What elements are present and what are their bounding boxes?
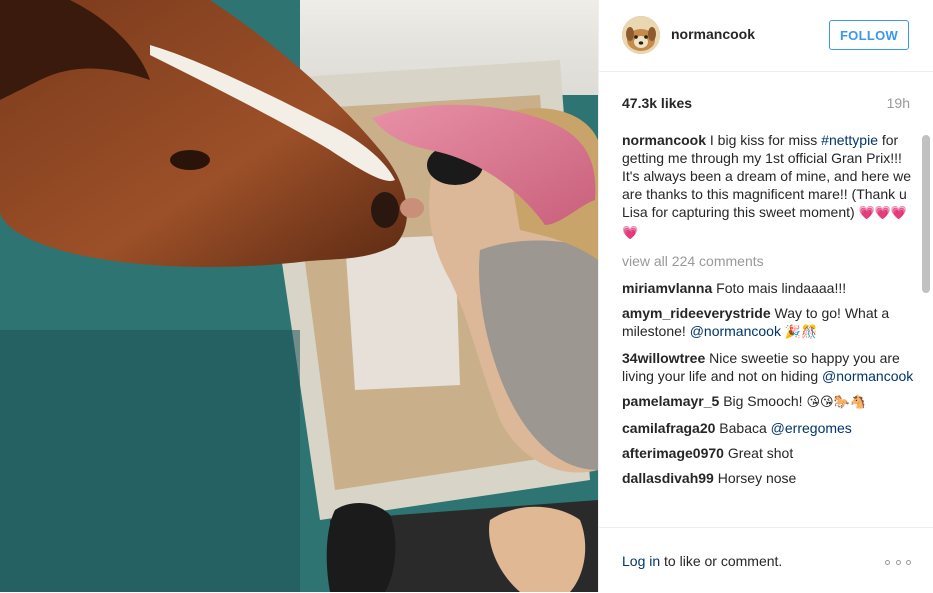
list-item: afterimage0970 Great shot xyxy=(622,444,914,462)
list-item: dallasdivah99 Horsey nose xyxy=(622,469,914,487)
caption-hashtag-link[interactable]: #nettypie xyxy=(821,132,878,148)
caption-text-1: I big kiss for miss xyxy=(709,132,822,148)
more-dot xyxy=(885,559,890,565)
view-all-comments-link[interactable]: view all 224 comments xyxy=(622,252,914,270)
more-options-icon[interactable] xyxy=(885,558,911,566)
avatar[interactable] xyxy=(622,16,660,54)
login-prompt-text: to like or comment. xyxy=(660,553,783,569)
list-item: pamelamayr_5 Big Smooch! 😘😘🐎🐴 xyxy=(622,392,914,412)
comment-text: Big Smooch! xyxy=(723,393,807,409)
comment-text: Horsey nose xyxy=(717,470,797,486)
post-photo-illustration xyxy=(0,0,598,592)
caption: normancook I big kiss for miss #nettypie… xyxy=(622,131,914,243)
comment-author-link[interactable]: 34willowtree xyxy=(622,350,705,366)
comment-author-link[interactable]: afterimage0970 xyxy=(622,445,724,461)
comment-emoji: 😘😘🐎🐴 xyxy=(806,395,866,410)
comment-author-link[interactable]: camilafraga20 xyxy=(622,420,715,436)
post-side-panel: normancook FOLLOW 47.3k likes 19h norman… xyxy=(598,0,933,592)
comment-emoji: 🎉🎊 xyxy=(784,325,818,340)
comment-author-link[interactable]: amym_rideeverystride xyxy=(622,305,771,321)
login-link[interactable]: Log in xyxy=(622,553,660,569)
post-timestamp[interactable]: 19h xyxy=(887,95,910,111)
post-photo[interactable] xyxy=(0,0,598,592)
post-header: normancook FOLLOW xyxy=(599,0,933,72)
list-item: 34willowtree Nice sweetie so happy you a… xyxy=(622,349,914,385)
more-dot xyxy=(895,559,901,565)
list-item: miriamvlanna Foto mais lindaaaa!!! xyxy=(622,279,914,297)
comment-mention-link[interactable]: @normancook xyxy=(822,368,913,384)
comment-text: Great shot xyxy=(727,445,794,461)
comment-author-link[interactable]: miriamvlanna xyxy=(622,280,712,296)
list-item: camilafraga20 Babaca @erregomes xyxy=(622,419,914,437)
comments-scrollbar[interactable] xyxy=(922,131,930,523)
comment-mention-link[interactable]: @normancook xyxy=(690,323,781,339)
post-footer: Log in to like or comment. xyxy=(599,527,933,593)
login-prompt: Log in to like or comment. xyxy=(622,553,782,569)
scrollbar-thumb[interactable] xyxy=(922,135,930,293)
comment-text: Foto mais lindaaaa!!! xyxy=(716,280,847,296)
comment-author-link[interactable]: dallasdivah99 xyxy=(622,470,714,486)
more-dot xyxy=(906,559,911,565)
comments-list[interactable]: normancook I big kiss for miss #nettypie… xyxy=(622,131,914,527)
dog-avatar-icon xyxy=(622,16,660,54)
likes-count[interactable]: 47.3k likes xyxy=(622,95,692,111)
caption-author-link[interactable]: normancook xyxy=(622,132,706,148)
comment-text: Babaca xyxy=(719,420,771,436)
post-stats: 47.3k likes 19h xyxy=(622,95,910,113)
username-link[interactable]: normancook xyxy=(671,26,755,42)
comment-author-link[interactable]: pamelamayr_5 xyxy=(622,393,719,409)
comment-mention-link[interactable]: @erregomes xyxy=(771,420,852,436)
list-item: amym_rideeverystride Way to go! What a m… xyxy=(622,304,914,342)
follow-button[interactable]: FOLLOW xyxy=(829,20,909,50)
